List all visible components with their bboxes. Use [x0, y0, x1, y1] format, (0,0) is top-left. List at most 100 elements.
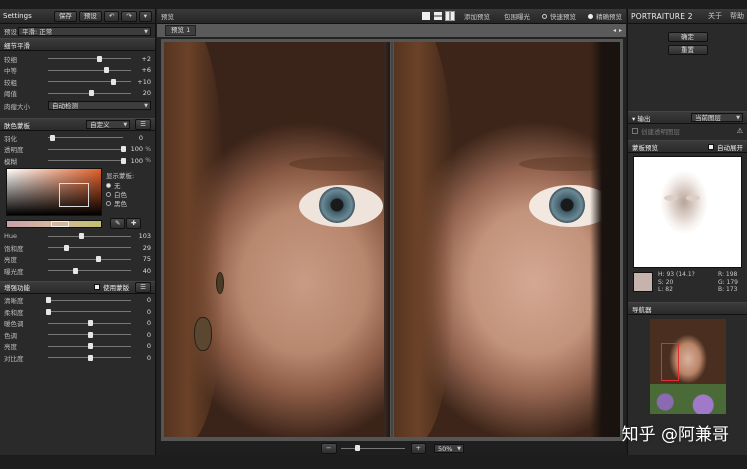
- enhance-header[interactable]: 增强功能 使用蒙版 ☰: [0, 280, 155, 294]
- mask-preview-header[interactable]: 蒙板预览 自动展开: [628, 140, 747, 153]
- mask-option-black[interactable]: 黑色: [106, 199, 134, 208]
- navigator-header[interactable]: 导航器: [628, 302, 747, 315]
- enhance-menu-button[interactable]: ☰: [135, 281, 151, 293]
- color-selection-box[interactable]: [59, 182, 89, 207]
- preset-select[interactable]: 平滑: 正常: [18, 26, 151, 36]
- skin-mode-select[interactable]: 自定义: [86, 120, 131, 129]
- bracket-exposure-button[interactable]: 包围曝光: [504, 11, 530, 21]
- slider-label: 色调: [4, 331, 17, 340]
- help-link[interactable]: 帮助: [730, 11, 744, 21]
- slider[interactable]: [48, 78, 131, 86]
- slider-knob[interactable]: [104, 67, 110, 74]
- slider-value: 100: [130, 156, 143, 165]
- eyedropper-icon[interactable]: ✎: [110, 217, 126, 229]
- use-mask-checkbox[interactable]: [94, 284, 101, 290]
- slider[interactable]: [48, 232, 131, 240]
- slider-knob[interactable]: [87, 331, 93, 338]
- slider-value: 0: [146, 307, 151, 316]
- slider[interactable]: [46, 308, 131, 316]
- preset-button[interactable]: 预设: [78, 10, 102, 22]
- before-image[interactable]: [164, 42, 390, 437]
- slider-knob[interactable]: [79, 233, 85, 240]
- slider-label: 亮度: [4, 343, 17, 352]
- menu-dropdown-icon[interactable]: ▾: [138, 10, 152, 22]
- auto-expand-checkbox[interactable]: [708, 143, 714, 150]
- single-view-icon[interactable]: [422, 12, 430, 20]
- slider[interactable]: [48, 89, 131, 97]
- detail-smoothing-header[interactable]: 细节平滑: [0, 38, 155, 51]
- ok-button[interactable]: 确定: [667, 32, 708, 42]
- hue-strip[interactable]: [6, 219, 102, 228]
- slider-knob[interactable]: [49, 134, 55, 141]
- slider[interactable]: [48, 319, 131, 327]
- slider-row: 较粗 +10: [0, 76, 155, 88]
- show-mask-label: 显示蒙板:: [106, 171, 135, 180]
- split-divider[interactable]: [391, 42, 393, 437]
- slider[interactable]: [48, 342, 131, 350]
- slider-knob[interactable]: [110, 78, 116, 85]
- settings-panel: Settings 保存 预设 ↶ ↷ ▾ 预设 平滑: 正常 细节平滑 较细 +2…: [0, 9, 156, 455]
- skin-mask-header[interactable]: 肤色蒙板 自定义 ☰: [0, 118, 155, 131]
- navigator-viewport-box[interactable]: [660, 343, 679, 381]
- output-header[interactable]: ▾ 输出 当前图层: [628, 111, 747, 124]
- reset-button[interactable]: 重置: [667, 45, 708, 55]
- slider[interactable]: [48, 331, 131, 339]
- create-layer-row: 创建透明图层 ⚠: [628, 124, 747, 137]
- slider-knob[interactable]: [87, 343, 93, 350]
- redo-icon[interactable]: ↷: [121, 10, 137, 22]
- slider[interactable]: [48, 255, 131, 263]
- slider[interactable]: [48, 55, 131, 63]
- slider-knob[interactable]: [95, 256, 101, 263]
- eyedropper-plus-icon[interactable]: ✚: [126, 217, 142, 229]
- save-button[interactable]: 保存: [53, 10, 77, 22]
- preview-canvas[interactable]: [161, 39, 623, 441]
- after-image[interactable]: [394, 42, 620, 437]
- create-layer-checkbox[interactable]: [632, 127, 638, 134]
- about-link[interactable]: 关于: [708, 11, 722, 21]
- precise-preview-radio[interactable]: 精确预览: [588, 11, 622, 21]
- slider-value: 0: [138, 133, 143, 142]
- slider-knob[interactable]: [121, 157, 126, 164]
- watermark-text: 知乎 @阿兼哥: [621, 425, 729, 445]
- zoom-in-button[interactable]: +: [410, 442, 426, 454]
- slider-knob[interactable]: [89, 90, 95, 97]
- slider[interactable]: [46, 296, 131, 304]
- tab-next-icon[interactable]: ▸: [619, 27, 622, 34]
- slider-knob[interactable]: [64, 244, 70, 251]
- slider-knob[interactable]: [87, 354, 93, 361]
- slider-value: +10: [137, 77, 151, 86]
- color-picker-area: 显示蒙板: 无 白色 黑色 ✎ ✚: [0, 167, 155, 231]
- color-gradient-picker[interactable]: [6, 167, 102, 216]
- fast-preview-radio[interactable]: 快速预览: [542, 11, 576, 21]
- skin-mode-menu-button[interactable]: ☰: [135, 119, 151, 130]
- tab-preview-1[interactable]: 预览 1: [165, 25, 197, 36]
- slider-knob[interactable]: [46, 308, 51, 315]
- slider-value: 20: [142, 89, 151, 98]
- slider-knob[interactable]: [46, 297, 51, 304]
- slider[interactable]: [48, 134, 123, 142]
- slider-value: 0: [146, 330, 151, 339]
- slider-row: 饱和度 29: [0, 242, 155, 254]
- size-select[interactable]: 自动检测: [48, 101, 151, 110]
- slider[interactable]: [48, 354, 131, 362]
- add-preview-button[interactable]: 添加预览: [464, 11, 490, 21]
- slider-knob[interactable]: [121, 146, 126, 153]
- undo-icon[interactable]: ↶: [103, 10, 120, 22]
- slider[interactable]: [48, 157, 126, 165]
- tab-prev-icon[interactable]: ◂: [613, 27, 616, 34]
- zoom-out-button[interactable]: −: [321, 442, 337, 454]
- navigator-thumbnail[interactable]: [649, 319, 726, 414]
- slider[interactable]: [48, 267, 131, 275]
- slider-knob[interactable]: [87, 320, 93, 327]
- split-vertical-icon[interactable]: [445, 11, 455, 21]
- slider-knob[interactable]: [73, 267, 79, 274]
- slider-knob[interactable]: [97, 55, 103, 62]
- mask-preview-title: 蒙板预览: [632, 143, 658, 152]
- slider[interactable]: [48, 244, 131, 252]
- output-select[interactable]: 当前图层: [691, 113, 743, 122]
- zoom-select[interactable]: 50%: [433, 443, 464, 453]
- split-horizontal-icon[interactable]: [434, 12, 442, 20]
- zoom-slider[interactable]: [340, 444, 405, 452]
- slider[interactable]: [48, 145, 126, 153]
- slider[interactable]: [48, 66, 131, 74]
